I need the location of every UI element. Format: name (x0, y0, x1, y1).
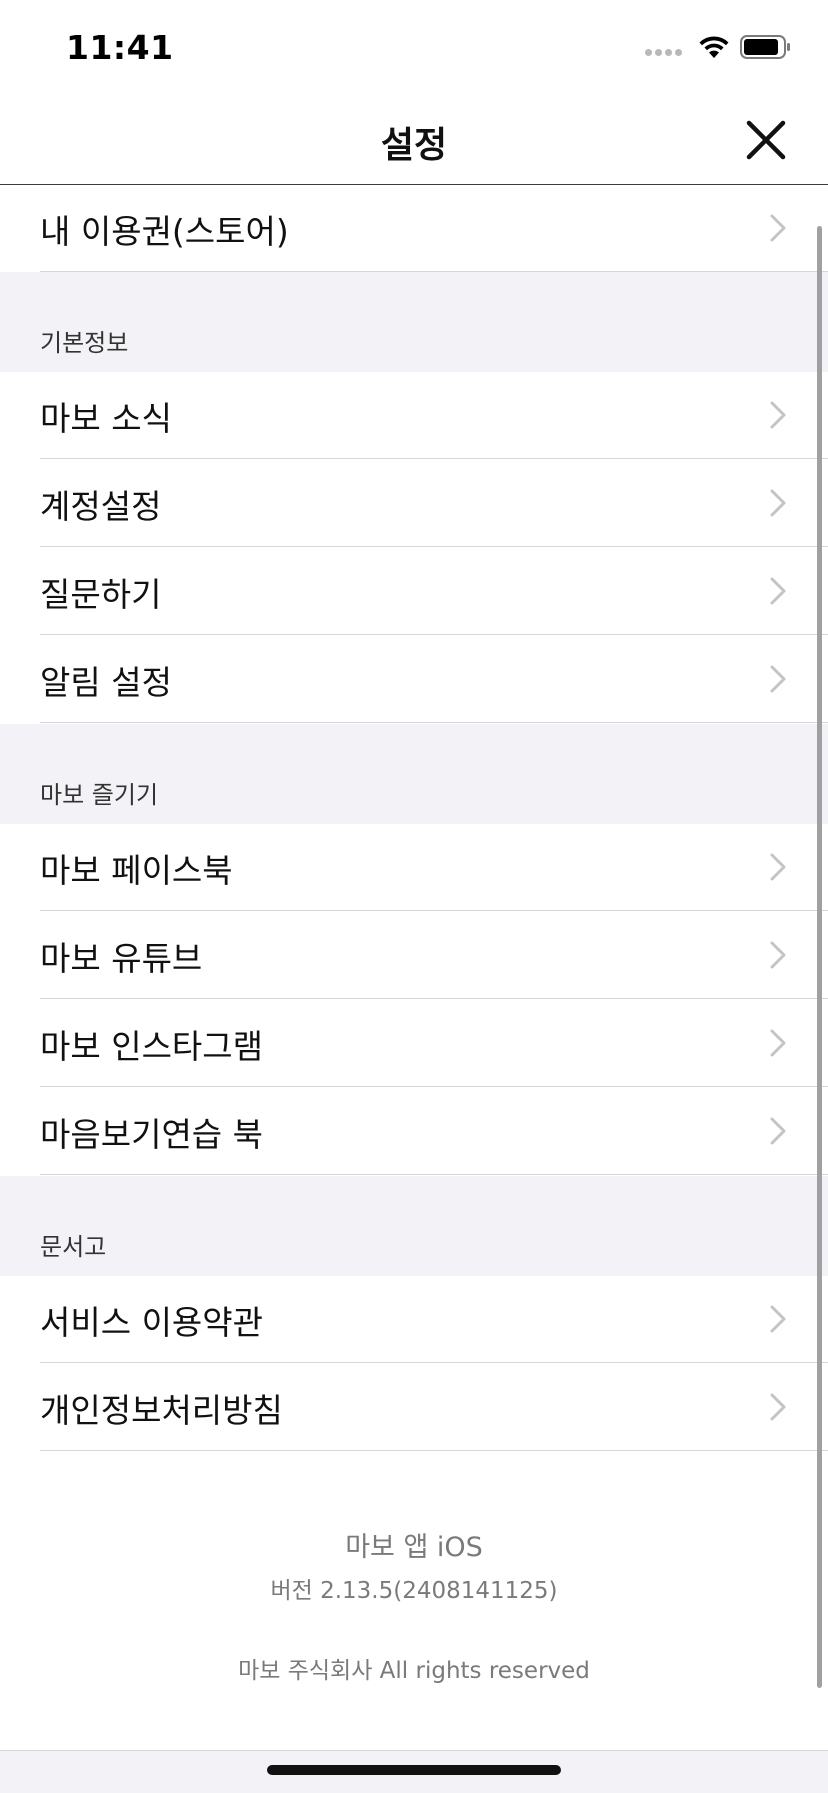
divider (40, 634, 828, 635)
section-title: 기본정보 (40, 329, 129, 357)
list-item-privacy-policy[interactable]: 개인정보처리방침 (0, 1364, 828, 1451)
list-item-notification-settings[interactable]: 알림 설정 (0, 636, 828, 723)
divider (40, 910, 828, 911)
list-item-label: 마보 유튜브 (40, 939, 203, 978)
list-item-youtube[interactable]: 마보 유튜브 (0, 912, 828, 999)
divider (40, 998, 828, 999)
list-item-account-settings[interactable]: 계정설정 (0, 460, 828, 547)
section-title: 문서고 (40, 1233, 107, 1261)
signal-icon (645, 39, 682, 56)
list-item-terms-of-service[interactable]: 서비스 이용약관 (0, 1276, 828, 1363)
list-item-mabo-news[interactable]: 마보 소식 (0, 372, 828, 459)
list-item-label: 내 이용권(스토어) (40, 212, 289, 251)
status-icons (645, 34, 792, 60)
settings-list[interactable]: 내 이용권(스토어) 기본정보 마보 소식 계정설정 질문하기 알림 설정 마보… (0, 185, 828, 1750)
chevron-right-icon (770, 665, 786, 693)
wifi-icon (699, 36, 729, 58)
chevron-right-icon (770, 489, 786, 517)
list-item-label: 마음보기연습 북 (40, 1115, 264, 1154)
section-header-enjoy-mabo: 마보 즐기기 (0, 724, 828, 824)
divider (40, 546, 828, 547)
chevron-right-icon (770, 401, 786, 429)
chevron-right-icon (770, 853, 786, 881)
list-item-label: 서비스 이용약관 (40, 1303, 264, 1342)
copyright-label: 마보 주식회사 All rights reserved (238, 1658, 590, 1684)
chevron-right-icon (770, 1305, 786, 1333)
chevron-right-icon (770, 214, 786, 242)
version-label: 버전 2.13.5(2408141125) (270, 1578, 558, 1604)
list-item-label: 계정설정 (40, 487, 162, 526)
divider (40, 1174, 828, 1175)
list-item-label: 질문하기 (40, 575, 162, 614)
app-name-label: 마보 앱 iOS (345, 1532, 483, 1563)
section-header-documents: 문서고 (0, 1176, 828, 1276)
list-item-label: 알림 설정 (40, 663, 172, 702)
chevron-right-icon (770, 1029, 786, 1057)
home-indicator[interactable] (267, 1765, 561, 1775)
close-button[interactable] (744, 118, 788, 162)
list-item-facebook[interactable]: 마보 페이스북 (0, 824, 828, 911)
chevron-right-icon (770, 941, 786, 969)
section-header-basic-info: 기본정보 (0, 272, 828, 372)
divider (40, 458, 828, 459)
list-item-label: 마보 인스타그램 (40, 1027, 264, 1066)
list-item-ask-question[interactable]: 질문하기 (0, 548, 828, 635)
list-item-mindfulness-book[interactable]: 마음보기연습 북 (0, 1088, 828, 1175)
battery-icon (740, 35, 790, 59)
chevron-right-icon (770, 1117, 786, 1145)
list-item-store[interactable]: 내 이용권(스토어) (0, 185, 828, 272)
page-title: 설정 (380, 125, 448, 166)
section-title: 마보 즐기기 (40, 781, 159, 809)
status-time: 11:41 (66, 28, 174, 67)
scrollbar[interactable] (817, 226, 822, 1688)
list-item-label: 마보 소식 (40, 399, 172, 438)
chevron-right-icon (770, 1393, 786, 1421)
list-item-label: 마보 페이스북 (40, 851, 233, 890)
divider (40, 1450, 828, 1451)
divider (40, 722, 828, 723)
status-bar: 11:41 (0, 0, 828, 96)
list-item-label: 개인정보처리방침 (40, 1391, 283, 1430)
chevron-right-icon (770, 577, 786, 605)
close-icon (746, 120, 786, 160)
list-item-instagram[interactable]: 마보 인스타그램 (0, 1000, 828, 1087)
divider (40, 1362, 828, 1363)
nav-bar: 설정 (0, 96, 828, 185)
divider (40, 1086, 828, 1087)
